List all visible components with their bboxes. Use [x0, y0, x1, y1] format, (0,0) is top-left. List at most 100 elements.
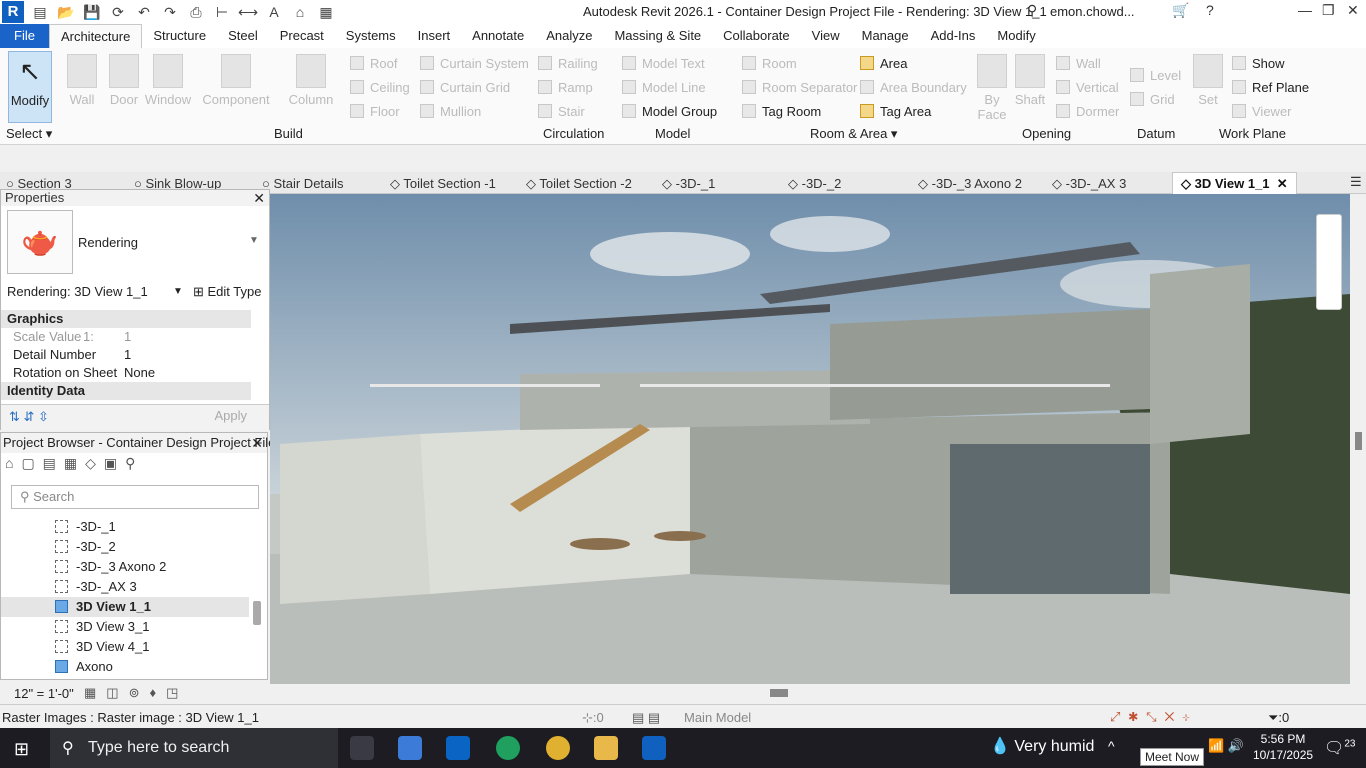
view-tab-3d-3-axono-2[interactable]: ◇ -3D-_3 Axono 2 — [918, 176, 1022, 192]
tab-structure[interactable]: Structure — [142, 24, 217, 48]
view-tab-stair-details[interactable]: ○ Stair Details — [262, 176, 344, 191]
shaft-button[interactable]: Shaft — [1014, 54, 1046, 107]
viewport-3d[interactable] — [270, 194, 1350, 684]
tray-chevron-icon[interactable]: ^ — [1108, 738, 1115, 754]
grid-button[interactable]: Grid — [1130, 92, 1175, 107]
file-explorer-icon[interactable] — [594, 736, 618, 760]
apply-button[interactable]: Apply — [214, 408, 247, 423]
taskbar-search-input[interactable]: Type here to search — [50, 728, 338, 768]
model-group-button[interactable]: Model Group — [622, 104, 717, 119]
tab-precast[interactable]: Precast — [269, 24, 335, 48]
task-view-icon[interactable] — [350, 736, 374, 760]
modify-button[interactable]: ↖ Modify — [8, 51, 52, 123]
stair-button[interactable]: Stair — [538, 104, 585, 119]
binoculars-icon[interactable]: ⚲ — [1027, 2, 1037, 19]
vertical-scroll-thumb[interactable] — [1355, 432, 1362, 450]
browser-item[interactable]: -3D-_AX 3 — [1, 577, 249, 597]
home-3d-icon[interactable]: ⌂ — [290, 2, 310, 22]
browser-search-input[interactable]: ⚲ Search — [11, 485, 259, 509]
worksets-icon[interactable]: ▤ ▤ — [632, 710, 660, 726]
tab-steel[interactable]: Steel — [217, 24, 269, 48]
tab-analyze[interactable]: Analyze — [535, 24, 603, 48]
view-control-icons[interactable]: ▦◫⊚♦◳ — [84, 685, 188, 701]
edge-icon[interactable] — [496, 736, 520, 760]
component-button[interactable]: Component — [202, 54, 270, 107]
restore-icon[interactable]: ❐ — [1322, 2, 1335, 19]
vertical-button[interactable]: Vertical — [1056, 80, 1119, 95]
row-value[interactable]: 1 — [124, 328, 131, 346]
level-button[interactable]: Level — [1130, 68, 1181, 83]
room-separator-button[interactable]: Room Separator — [742, 80, 857, 95]
browser-item[interactable]: 3D View 4_1 — [1, 637, 249, 657]
browser-item[interactable]: -3D-_1 — [1, 517, 249, 537]
browser-item-selected[interactable]: 3D View 1_1 — [1, 597, 249, 617]
set-button[interactable]: Set — [1192, 54, 1224, 107]
row-value[interactable]: None — [124, 364, 155, 382]
area-button[interactable]: Area — [860, 56, 907, 71]
browser-item[interactable]: -3D-_3 Axono 2 — [1, 557, 249, 577]
minimize-icon[interactable]: — — [1298, 2, 1312, 18]
select-dropdown[interactable]: Select ▾ — [6, 126, 52, 142]
revit-logo[interactable]: R — [2, 1, 24, 23]
wall-button[interactable]: Wall — [66, 54, 98, 107]
panel-label-room-area[interactable]: Room & Area ▾ — [810, 126, 897, 142]
windows-start-icon[interactable]: ⊞ — [14, 739, 29, 760]
dimension-icon[interactable]: ⟷ — [238, 2, 258, 22]
dormer-button[interactable]: Dormer — [1056, 104, 1119, 119]
tab-collaborate[interactable]: Collaborate — [712, 24, 801, 48]
outlook-icon[interactable] — [446, 736, 470, 760]
type-dropdown-icon[interactable]: ▼ — [249, 235, 259, 246]
browser-item[interactable]: Axono — [1, 657, 249, 677]
tray-icons[interactable]: 📶 🔊 — [1208, 738, 1244, 754]
view-tab-3d-2[interactable]: ◇ -3D-_2 — [788, 176, 841, 192]
user-account[interactable]: emon.chowd... — [1050, 4, 1135, 19]
chrome-icon[interactable] — [546, 736, 570, 760]
section-graphics[interactable]: Graphics — [1, 310, 251, 328]
sync-icon[interactable]: ⟳ — [108, 2, 128, 22]
by-face-button[interactable]: By Face — [976, 54, 1008, 122]
scale-selector[interactable]: 12" = 1'-0" — [14, 686, 74, 701]
window-button[interactable]: Window — [144, 54, 192, 107]
view-tab-toilet-section-1[interactable]: ◇ Toilet Section -1 — [390, 176, 496, 192]
vertical-scrollbar[interactable] — [1350, 194, 1366, 684]
browser-scrollbar[interactable] — [253, 601, 261, 625]
notifications-icon[interactable]: 🗨23 — [1324, 738, 1355, 758]
cart-icon[interactable]: 🛒 — [1172, 2, 1189, 19]
view-tab-3d-view-1-1[interactable]: ◇ 3D View 1_1 ✕ — [1172, 172, 1297, 194]
view-tab-3d-1[interactable]: ◇ -3D-_1 — [662, 176, 715, 192]
tab-manage[interactable]: Manage — [851, 24, 920, 48]
switch-windows-icon[interactable]: ▦ — [316, 2, 336, 22]
print-icon[interactable]: ⎙ — [186, 2, 206, 22]
design-option[interactable]: Main Model — [684, 710, 751, 725]
area-boundary-button[interactable]: Area Boundary — [860, 80, 967, 95]
selection-filter-icons[interactable]: ⤢✱⤡✕⊹ — [1110, 709, 1198, 725]
close-icon[interactable]: ✕ — [1347, 2, 1359, 19]
row-value[interactable]: 1 — [124, 346, 131, 364]
measure-icon[interactable]: ⊢ — [212, 2, 232, 22]
ref-plane-button[interactable]: Ref Plane — [1232, 80, 1309, 95]
help-icon[interactable]: ? — [1206, 2, 1214, 18]
door-button[interactable]: Door — [106, 54, 142, 107]
undo-icon[interactable]: ↶ — [134, 2, 154, 22]
close-tab-icon[interactable]: ✕ — [1277, 176, 1288, 191]
mullion-button[interactable]: Mullion — [420, 104, 481, 119]
navigation-bar[interactable] — [1316, 214, 1342, 310]
close-properties-icon[interactable]: ✕ — [253, 190, 265, 207]
railing-button[interactable]: Railing — [538, 56, 598, 71]
opening-wall-button[interactable]: Wall — [1056, 56, 1101, 71]
tab-insert[interactable]: Insert — [407, 24, 462, 48]
ceiling-button[interactable]: Ceiling — [350, 80, 410, 95]
instance-dropdown-icon[interactable]: ▼ — [173, 286, 183, 297]
tab-modify[interactable]: Modify — [986, 24, 1046, 48]
redo-icon[interactable]: ↷ — [160, 2, 180, 22]
revit-taskbar-icon[interactable] — [642, 736, 666, 760]
tab-view[interactable]: View — [801, 24, 851, 48]
app-menu-icon[interactable]: ▤ — [30, 2, 50, 22]
instance-filter[interactable]: Rendering: 3D View 1_1 — [7, 284, 148, 299]
sort-icons[interactable]: ⇅ ⇵ ⇳ — [9, 409, 49, 425]
room-button[interactable]: Room — [742, 56, 797, 71]
tab-massing-site[interactable]: Massing & Site — [603, 24, 712, 48]
horizontal-scroll-thumb[interactable] — [770, 689, 788, 697]
edit-type-button[interactable]: ⊞ Edit Type — [193, 284, 261, 300]
weather-widget[interactable]: 💧 Very humid — [990, 736, 1094, 756]
